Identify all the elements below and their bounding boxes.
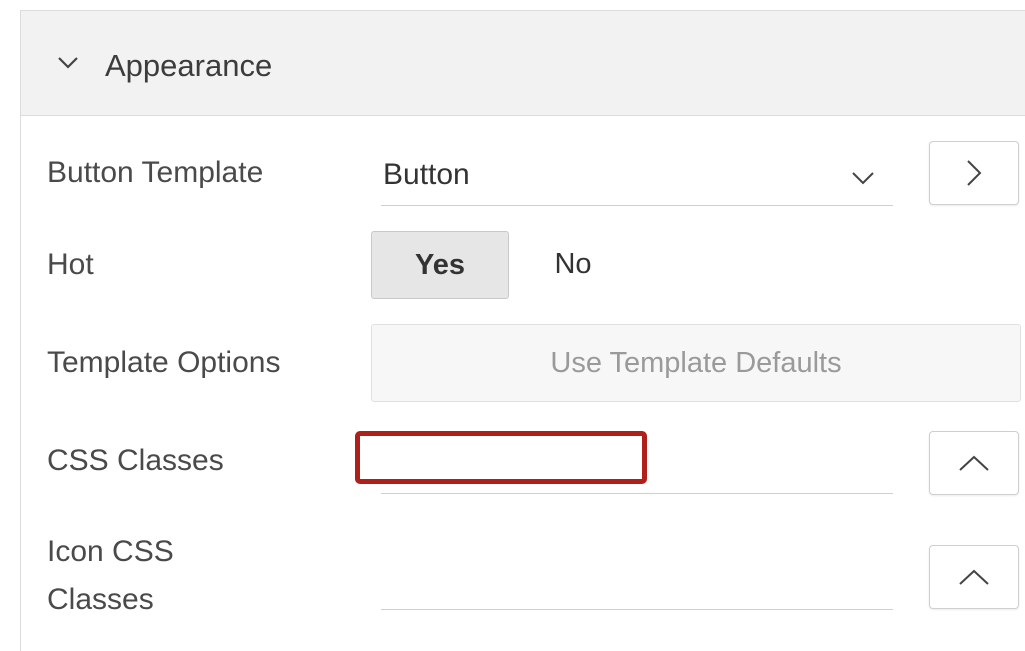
section-header-appearance[interactable]: Appearance bbox=[21, 11, 1025, 116]
hot-no-button[interactable]: No bbox=[517, 231, 629, 297]
icon-css-classes-label-line2: Classes bbox=[47, 583, 154, 616]
hot-yes-button[interactable]: Yes bbox=[371, 231, 509, 299]
chevron-down-icon[interactable] bbox=[57, 56, 79, 70]
template-options-label: Template Options bbox=[47, 346, 281, 379]
chevron-down-icon bbox=[852, 172, 874, 185]
css-classes-expand-button[interactable] bbox=[929, 431, 1019, 495]
button-template-select[interactable]: Button bbox=[381, 147, 893, 206]
hot-label: Hot bbox=[47, 248, 94, 281]
button-template-open-button[interactable] bbox=[929, 141, 1019, 205]
icon-css-classes-label-line1: Icon CSS bbox=[47, 535, 174, 568]
appearance-panel: Appearance Button Template Button Hot Ye… bbox=[20, 10, 1025, 651]
icon-css-classes-input[interactable] bbox=[381, 565, 893, 610]
button-template-value: Button bbox=[383, 158, 470, 191]
css-classes-label: CSS Classes bbox=[47, 444, 224, 477]
use-template-defaults-button[interactable]: Use Template Defaults bbox=[371, 324, 1021, 402]
button-template-label: Button Template bbox=[47, 156, 264, 189]
chevron-up-icon bbox=[959, 455, 989, 471]
section-title: Appearance bbox=[105, 48, 273, 83]
css-classes-input[interactable] bbox=[381, 449, 893, 494]
chevron-up-icon bbox=[959, 569, 989, 585]
chevron-right-icon bbox=[967, 160, 982, 186]
icon-css-classes-expand-button[interactable] bbox=[929, 545, 1019, 609]
